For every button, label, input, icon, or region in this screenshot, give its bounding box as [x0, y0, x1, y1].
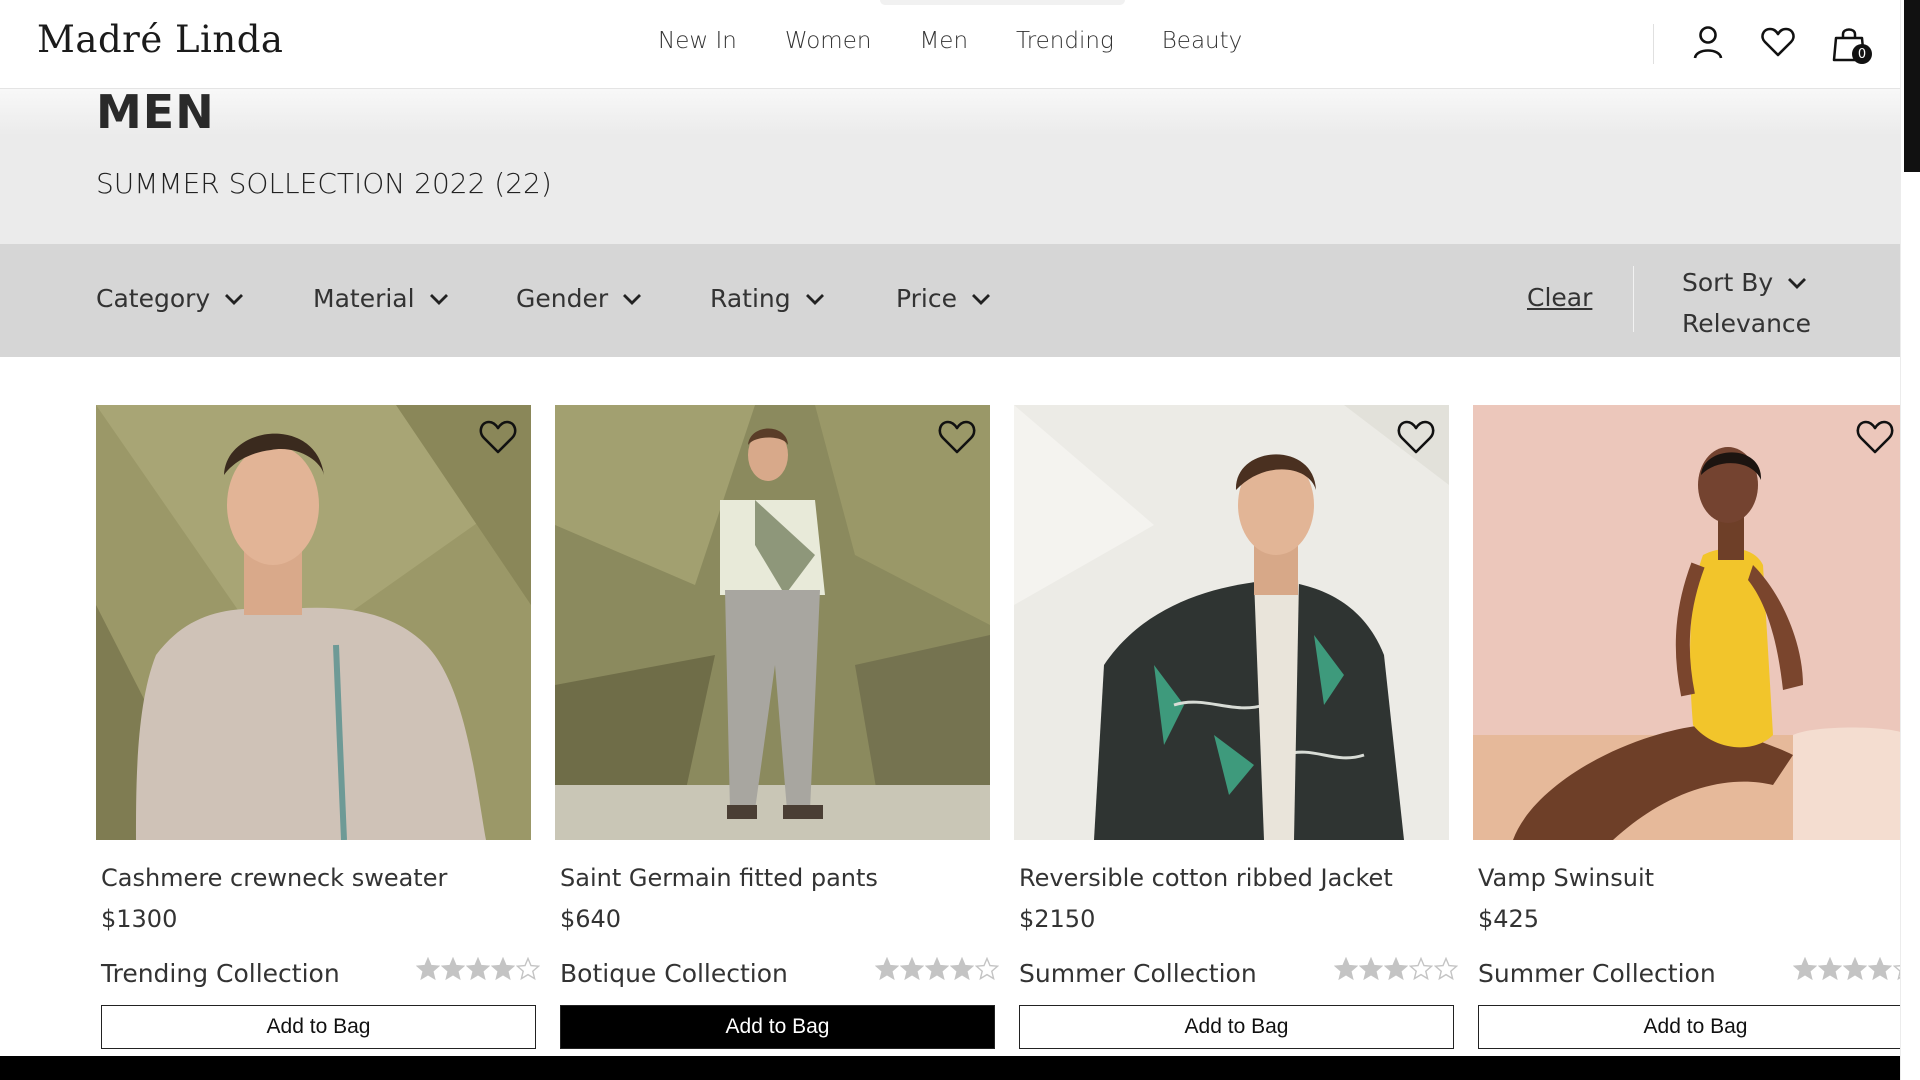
filter-category-label: Category: [96, 284, 211, 313]
product-price: $640: [560, 905, 622, 933]
product-collection: Trending Collection: [101, 959, 340, 988]
category-hero: MEN SUMMER SOLLECTION 2022 (22): [0, 85, 1900, 244]
filter-gender[interactable]: Gender: [516, 284, 642, 313]
star-filled-icon: [416, 957, 440, 981]
nav-beauty[interactable]: Beauty: [1162, 28, 1243, 54]
collection-subtitle: SUMMER SOLLECTION 2022 (22): [96, 167, 552, 200]
rating-stars: [416, 957, 540, 981]
star-filled-icon: [875, 957, 899, 981]
product-image[interactable]: [1473, 405, 1900, 840]
star-filled-icon: [1384, 957, 1408, 981]
product-image[interactable]: [1014, 405, 1449, 840]
star-filled-icon: [1843, 957, 1867, 981]
header-divider: [1653, 24, 1654, 64]
star-empty-icon: [516, 957, 540, 981]
favorite-heart-icon[interactable]: [938, 419, 976, 455]
product-collection: Summer Collection: [1019, 959, 1257, 988]
favorite-heart-icon[interactable]: [479, 419, 517, 455]
star-filled-icon: [1868, 957, 1892, 981]
chevron-down-icon: [805, 293, 824, 305]
product-image[interactable]: [96, 405, 531, 840]
star-filled-icon: [1359, 957, 1383, 981]
star-filled-icon: [441, 957, 465, 981]
star-filled-icon: [925, 957, 949, 981]
star-filled-icon: [900, 957, 924, 981]
filter-material-label: Material: [313, 284, 415, 313]
filter-rating[interactable]: Rating: [710, 284, 825, 313]
site-header: Madré Linda New In Women Men Trending Be…: [0, 0, 1900, 89]
star-empty-icon: [1409, 957, 1433, 981]
filter-divider: [1633, 266, 1634, 332]
product-card: Cashmere crewneck sweater $1300 Trending…: [96, 405, 540, 1049]
star-empty-icon: [975, 957, 999, 981]
product-card: Saint Germain fitted pants $640 Botique …: [555, 405, 999, 1049]
product-card: Reversible cotton ribbed Jacket $2150 Su…: [1014, 405, 1458, 1049]
product-price: $425: [1478, 905, 1540, 933]
star-filled-icon: [950, 957, 974, 981]
chevron-down-icon: [225, 293, 244, 305]
filter-gender-label: Gender: [516, 284, 609, 313]
star-filled-icon: [1818, 957, 1842, 981]
star-empty-icon: [1434, 957, 1458, 981]
product-price: $2150: [1019, 905, 1096, 933]
page-title: MEN: [96, 85, 215, 139]
product-price: $1300: [101, 905, 178, 933]
favorite-heart-icon[interactable]: [1397, 419, 1435, 455]
product-name[interactable]: Vamp Swinsuit: [1478, 864, 1654, 892]
favorite-heart-icon[interactable]: [1856, 419, 1894, 455]
nav-women[interactable]: Women: [785, 28, 872, 54]
product-card: Vamp Swinsuit $425 Summer Collection Add…: [1473, 405, 1900, 1065]
rating-stars: [1793, 957, 1900, 981]
product-name[interactable]: Reversible cotton ribbed Jacket: [1019, 864, 1393, 892]
rating-stars: [875, 957, 999, 981]
filter-rating-label: Rating: [710, 284, 791, 313]
product-image[interactable]: [555, 405, 990, 840]
scrollbar-thumb[interactable]: [1904, 0, 1920, 172]
add-to-bag-button[interactable]: Add to Bag: [1478, 1005, 1900, 1049]
filter-price-label: Price: [896, 284, 957, 313]
wishlist-icon[interactable]: [1758, 22, 1798, 62]
add-to-bag-button[interactable]: Add to Bag: [1019, 1005, 1454, 1049]
star-filled-icon: [466, 957, 490, 981]
main-nav: New In Women Men Trending Beauty: [658, 28, 1242, 54]
product-name[interactable]: Cashmere crewneck sweater: [101, 864, 447, 892]
bag-count-badge: 0: [1852, 44, 1872, 64]
star-empty-icon: [1893, 965, 1900, 981]
filter-material[interactable]: Material: [313, 284, 449, 313]
star-filled-icon: [1334, 957, 1358, 981]
chevron-down-icon: [623, 293, 642, 305]
star-filled-icon: [1793, 957, 1817, 981]
product-collection: Summer Collection: [1478, 959, 1716, 988]
add-to-bag-button[interactable]: Add to Bag: [560, 1005, 995, 1049]
filter-price[interactable]: Price: [896, 284, 991, 313]
bottom-bar: [0, 1056, 1900, 1080]
scrollbar[interactable]: [1900, 0, 1920, 1080]
star-filled-icon: [491, 957, 515, 981]
chevron-down-icon: [972, 293, 990, 305]
nav-men[interactable]: Men: [919, 28, 968, 54]
brand-logo[interactable]: Madré Linda: [37, 18, 283, 61]
sort-value: Relevance: [1682, 309, 1812, 338]
sort-label: Sort By: [1682, 268, 1774, 297]
filter-category[interactable]: Category: [96, 284, 244, 313]
account-icon[interactable]: [1688, 22, 1728, 62]
rating-stars: [1334, 957, 1458, 981]
filter-bar: Category Material Gender Rating Price Cl…: [0, 244, 1900, 357]
chevron-down-icon: [429, 293, 448, 305]
clear-filters-link[interactable]: Clear: [1527, 283, 1592, 312]
chevron-down-icon: [1788, 277, 1807, 289]
shopping-bag-icon[interactable]: 0: [1828, 22, 1872, 66]
nav-new-in[interactable]: New In: [658, 28, 737, 54]
nav-indicator: [880, 0, 1125, 5]
add-to-bag-button[interactable]: Add to Bag: [101, 1005, 536, 1049]
product-name[interactable]: Saint Germain fitted pants: [560, 864, 878, 892]
product-collection: Botique Collection: [560, 959, 788, 988]
sort-dropdown[interactable]: Sort By Relevance: [1682, 268, 1811, 338]
nav-trending[interactable]: Trending: [1016, 28, 1114, 54]
